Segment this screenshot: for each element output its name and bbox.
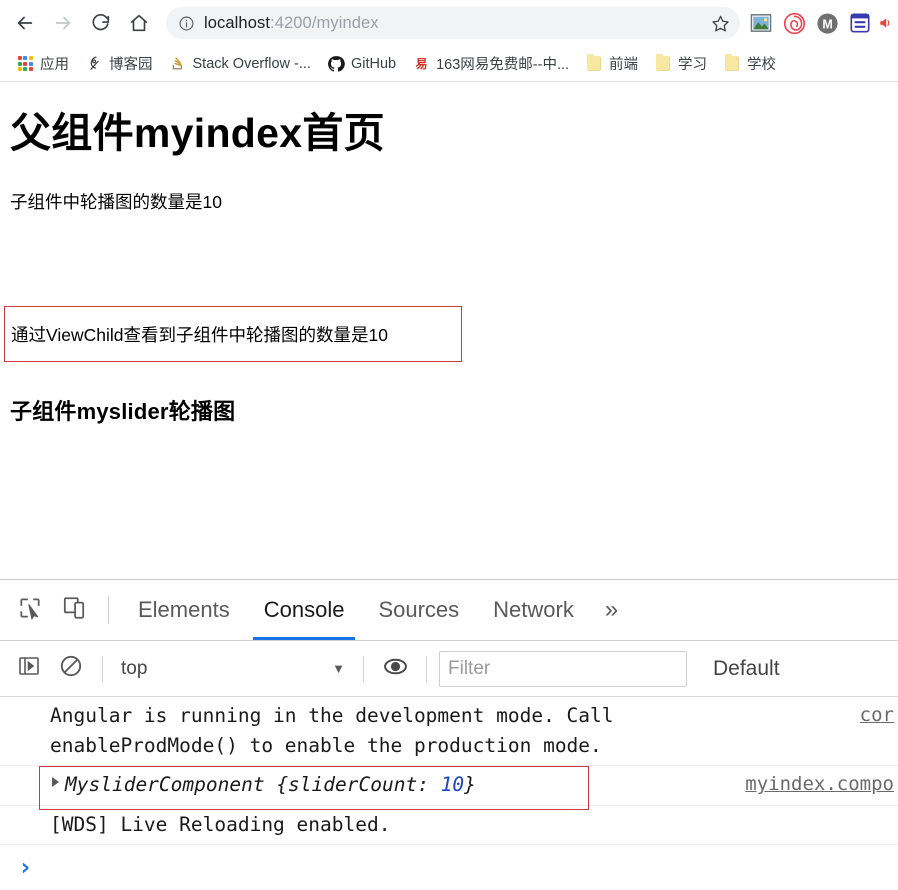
- tab-network[interactable]: Network: [476, 580, 591, 640]
- console-sidebar-button[interactable]: [8, 648, 50, 690]
- bookmark-apps[interactable]: 应用: [8, 51, 77, 77]
- device-toolbar-button[interactable]: [52, 588, 96, 632]
- inspect-element-button[interactable]: [8, 588, 52, 632]
- devtools-panel: Elements Console Sources Network » top ▼…: [0, 579, 898, 890]
- tab-console[interactable]: Console: [247, 580, 362, 640]
- console-message-wds-live-reloading[interactable]: [WDS] Live Reloading enabled.: [0, 806, 898, 845]
- console-message-text: MysliderComponent {sliderCount: 10}: [50, 770, 476, 800]
- home-house-icon: [128, 12, 150, 34]
- object-preview-suffix: }: [464, 773, 476, 797]
- bookmark-label: 博客园: [109, 57, 153, 73]
- bookmark-star-icon[interactable]: [706, 9, 734, 37]
- console-message-source-link[interactable]: myindex.compo: [745, 770, 894, 799]
- console-filter-input[interactable]: Filter: [439, 650, 687, 687]
- console-message-text: Angular is running in the development mo…: [50, 704, 614, 758]
- reload-button[interactable]: [82, 4, 120, 42]
- child-count-text: 子组件中轮播图的数量是10: [10, 192, 222, 213]
- console-message-list: Angular is running in the development mo…: [0, 697, 898, 890]
- folder-icon: [585, 53, 603, 73]
- slider-count-value: 10: [440, 773, 465, 797]
- stackoverflow-icon: [169, 55, 187, 73]
- log-levels-select[interactable]: Default: [713, 657, 780, 681]
- page-content: 父组件myindex首页 子组件中轮播图的数量是10 通过ViewChild查看…: [0, 82, 898, 579]
- bookmark-stackoverflow[interactable]: Stack Overflow -...: [161, 51, 319, 77]
- inspect-element-icon: [17, 595, 43, 626]
- svg-text:M: M: [822, 17, 832, 31]
- device-toolbar-icon: [61, 595, 87, 626]
- bookmark-label: 163网易免费邮--中...: [436, 57, 570, 73]
- address-bar-url[interactable]: localhost:4200/myindex: [204, 14, 706, 33]
- console-toolbar: top ▼ Filter Default: [0, 641, 898, 697]
- chevron-down-icon: ▼: [332, 661, 345, 676]
- notes-extension-icon[interactable]: [845, 8, 875, 38]
- forward-button[interactable]: [44, 4, 82, 42]
- netease-icon: 易: [412, 55, 430, 73]
- m-circle-extension-icon[interactable]: M: [812, 8, 842, 38]
- console-toolbar-divider-3: [426, 655, 427, 682]
- bookmark-folder-school[interactable]: 学校: [715, 51, 784, 77]
- page-title: 父组件myindex首页: [10, 110, 385, 156]
- console-toolbar-divider-2: [363, 655, 364, 682]
- red-edge-extension-icon[interactable]: [878, 8, 892, 38]
- console-sidebar-icon: [17, 654, 41, 683]
- clear-console-icon: [59, 654, 83, 683]
- console-message-myslider-component[interactable]: MysliderComponent {sliderCount: 10} myin…: [0, 766, 898, 806]
- browser-toolbar: localhost:4200/myindex M: [0, 0, 898, 46]
- bookmark-label: 学习: [678, 57, 708, 73]
- bookmark-label: GitHub: [350, 55, 397, 72]
- expand-triangle-icon[interactable]: [52, 777, 59, 788]
- console-message-source-link[interactable]: cor: [860, 701, 894, 730]
- more-tabs-chevron-icon[interactable]: »: [591, 580, 632, 640]
- github-icon: [327, 55, 345, 73]
- toolbar-divider: [108, 596, 109, 624]
- extension-icons: M: [746, 8, 892, 38]
- console-message-text: [WDS] Live Reloading enabled.: [50, 812, 391, 836]
- image-capture-extension-icon[interactable]: [746, 8, 776, 38]
- bookmark-cnblogs[interactable]: 博客园: [77, 51, 161, 77]
- console-message-angular-dev-mode[interactable]: Angular is running in the development mo…: [0, 697, 898, 767]
- spiral-extension-icon[interactable]: [779, 8, 809, 38]
- console-message-highlight-wrapper: MysliderComponent {sliderCount: 10} myin…: [0, 766, 898, 811]
- viewchild-annotation-box: 通过ViewChild查看到子组件中轮播图的数量是10: [4, 306, 462, 362]
- execution-context-select[interactable]: top ▼: [113, 658, 353, 680]
- back-button[interactable]: [6, 4, 44, 42]
- bookmark-label: Stack Overflow -...: [192, 55, 311, 72]
- console-prompt[interactable]: ›: [0, 845, 898, 883]
- svg-text:易: 易: [415, 57, 427, 71]
- apps-grid-icon: [16, 55, 34, 73]
- back-arrow-icon: [14, 12, 36, 34]
- viewchild-text: 通过ViewChild查看到子组件中轮播图的数量是10: [11, 324, 388, 345]
- bookmarks-bar: 应用 博客园 Stack Overflow -... GitHub 易 163网…: [0, 46, 898, 82]
- bookmark-label: 前端: [609, 57, 639, 73]
- bookmark-label: 应用: [40, 57, 69, 73]
- clear-console-button[interactable]: [50, 648, 92, 690]
- child-component-heading: 子组件myslider轮播图: [10, 399, 236, 424]
- reload-arrow-icon: [90, 12, 112, 34]
- home-button[interactable]: [120, 4, 158, 42]
- bookmark-folder-frontend[interactable]: 前端: [577, 51, 646, 77]
- tab-sources[interactable]: Sources: [361, 580, 476, 640]
- bookmark-label: 学校: [747, 57, 777, 73]
- object-preview-prefix: MysliderComponent {sliderCount:: [65, 773, 441, 797]
- live-expression-button[interactable]: [374, 648, 416, 690]
- cnblogs-icon: [85, 55, 103, 73]
- bookmark-folder-study[interactable]: 学习: [646, 51, 715, 77]
- tab-elements[interactable]: Elements: [121, 580, 247, 640]
- devtools-tabbar: Elements Console Sources Network »: [0, 580, 898, 641]
- address-bar[interactable]: localhost:4200/myindex: [166, 7, 740, 39]
- console-prompt-caret-icon: ›: [18, 852, 33, 881]
- folder-icon: [723, 53, 741, 73]
- page-info-icon[interactable]: [176, 13, 196, 33]
- console-toolbar-divider: [102, 655, 103, 682]
- bookmark-netease[interactable]: 易 163网易免费邮--中...: [404, 51, 577, 77]
- bookmark-github[interactable]: GitHub: [319, 51, 404, 77]
- url-host: localhost: [204, 13, 271, 32]
- folder-icon: [654, 53, 672, 73]
- console-filter-placeholder: Filter: [448, 657, 491, 679]
- live-expression-eye-icon: [383, 654, 408, 684]
- execution-context-value: top: [121, 657, 148, 679]
- url-path: :4200/myindex: [270, 13, 379, 32]
- forward-arrow-icon: [52, 12, 74, 34]
